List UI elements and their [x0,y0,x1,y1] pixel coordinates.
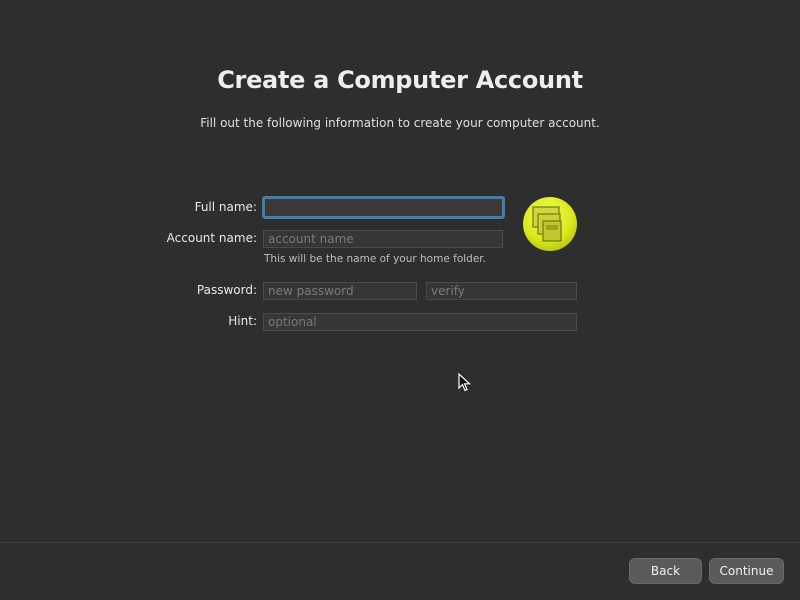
continue-button[interactable]: Continue [709,558,784,584]
verify-password-input[interactable] [426,282,577,300]
hint-label: Hint: [228,314,257,328]
password-label: Password: [196,283,257,297]
account-name-input[interactable] [263,230,503,248]
user-picture-button[interactable] [523,197,577,251]
full-name-label: Full name: [194,200,257,214]
password-input[interactable] [263,282,417,300]
back-button[interactable]: Back [629,558,702,584]
account-name-help: This will be the name of your home folde… [264,253,486,265]
page-title: Create a Computer Account [217,66,583,94]
footer-divider [0,542,800,543]
account-name-label: Account name: [166,231,257,245]
full-name-input[interactable] [262,196,505,219]
setup-assistant-screen: Create a Computer Account Fill out the f… [0,0,800,600]
mouse-pointer-icon [458,373,472,392]
page-subtitle: Fill out the following information to cr… [200,116,600,130]
hint-input[interactable] [263,313,577,331]
photo-library-icon [532,206,562,242]
